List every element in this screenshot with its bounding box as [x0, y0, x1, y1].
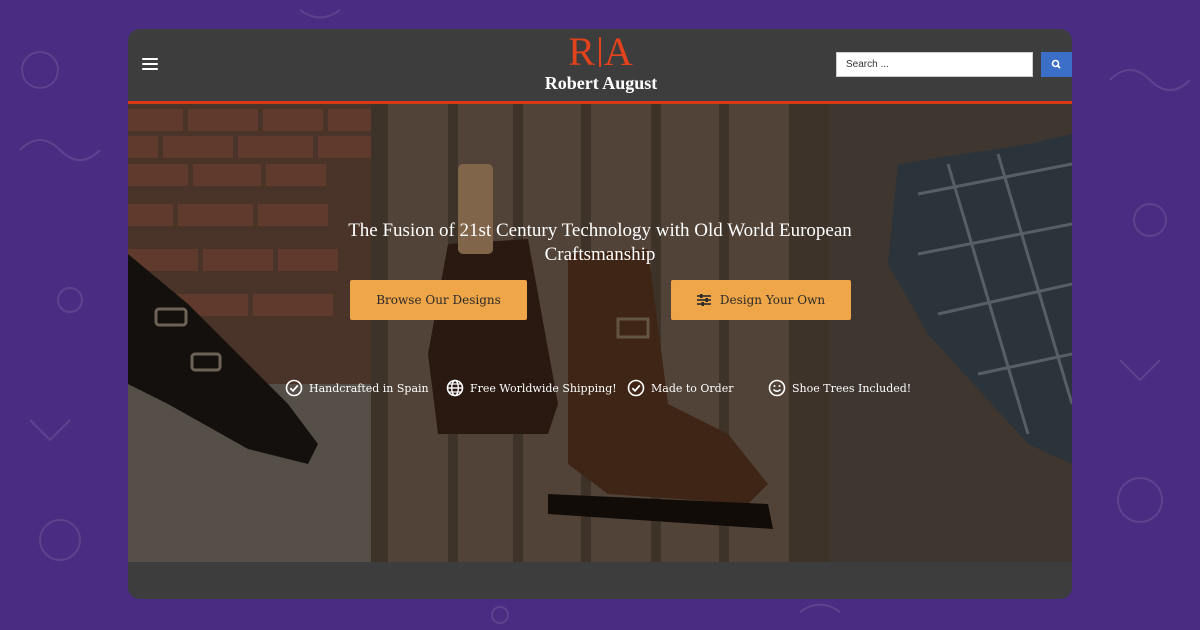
logo-monogram: RA: [568, 29, 634, 74]
hero-overlay: [128, 104, 1072, 562]
hero-headline: The Fusion of 21st Century Technology wi…: [348, 220, 852, 265]
site-header: RA Robert August: [128, 29, 1072, 101]
logo-name: Robert August: [544, 73, 658, 93]
check-circle-icon: [627, 379, 645, 397]
browser-window: RA Robert August Search ... The Fusion o…: [128, 29, 1072, 599]
search-input[interactable]: [836, 52, 1033, 77]
feature-label: Free Worldwide Shipping!: [470, 381, 617, 395]
feature-made-to-order: Made to Order: [627, 378, 734, 398]
feature-handcrafted: Handcrafted in Spain: [285, 378, 429, 398]
hamburger-menu-icon[interactable]: [142, 58, 158, 71]
feature-label: Made to Order: [651, 381, 734, 395]
globe-icon: [446, 379, 464, 397]
feature-shipping: Free Worldwide Shipping!: [446, 378, 617, 398]
design-your-own-label: Design Your Own: [719, 293, 826, 307]
hero-banner: The Fusion of 21st Century Technology wi…: [128, 104, 1072, 562]
footer-band: [128, 562, 1072, 599]
design-your-own-button[interactable]: Design Your Own: [671, 280, 851, 320]
feature-label: Handcrafted in Spain: [309, 381, 429, 395]
sliders-icon: [696, 294, 711, 306]
search-icon: [1051, 59, 1061, 69]
logo[interactable]: RA Robert August: [533, 29, 669, 94]
browse-designs-label: Browse Our Designs: [376, 293, 501, 307]
feature-label: Shoe Trees Included!: [792, 381, 912, 395]
check-circle-icon: [285, 379, 303, 397]
browse-designs-button[interactable]: Browse Our Designs: [350, 280, 527, 320]
smile-icon: [768, 379, 786, 397]
feature-shoe-trees: Shoe Trees Included!: [768, 378, 911, 398]
search-button[interactable]: [1041, 52, 1072, 77]
